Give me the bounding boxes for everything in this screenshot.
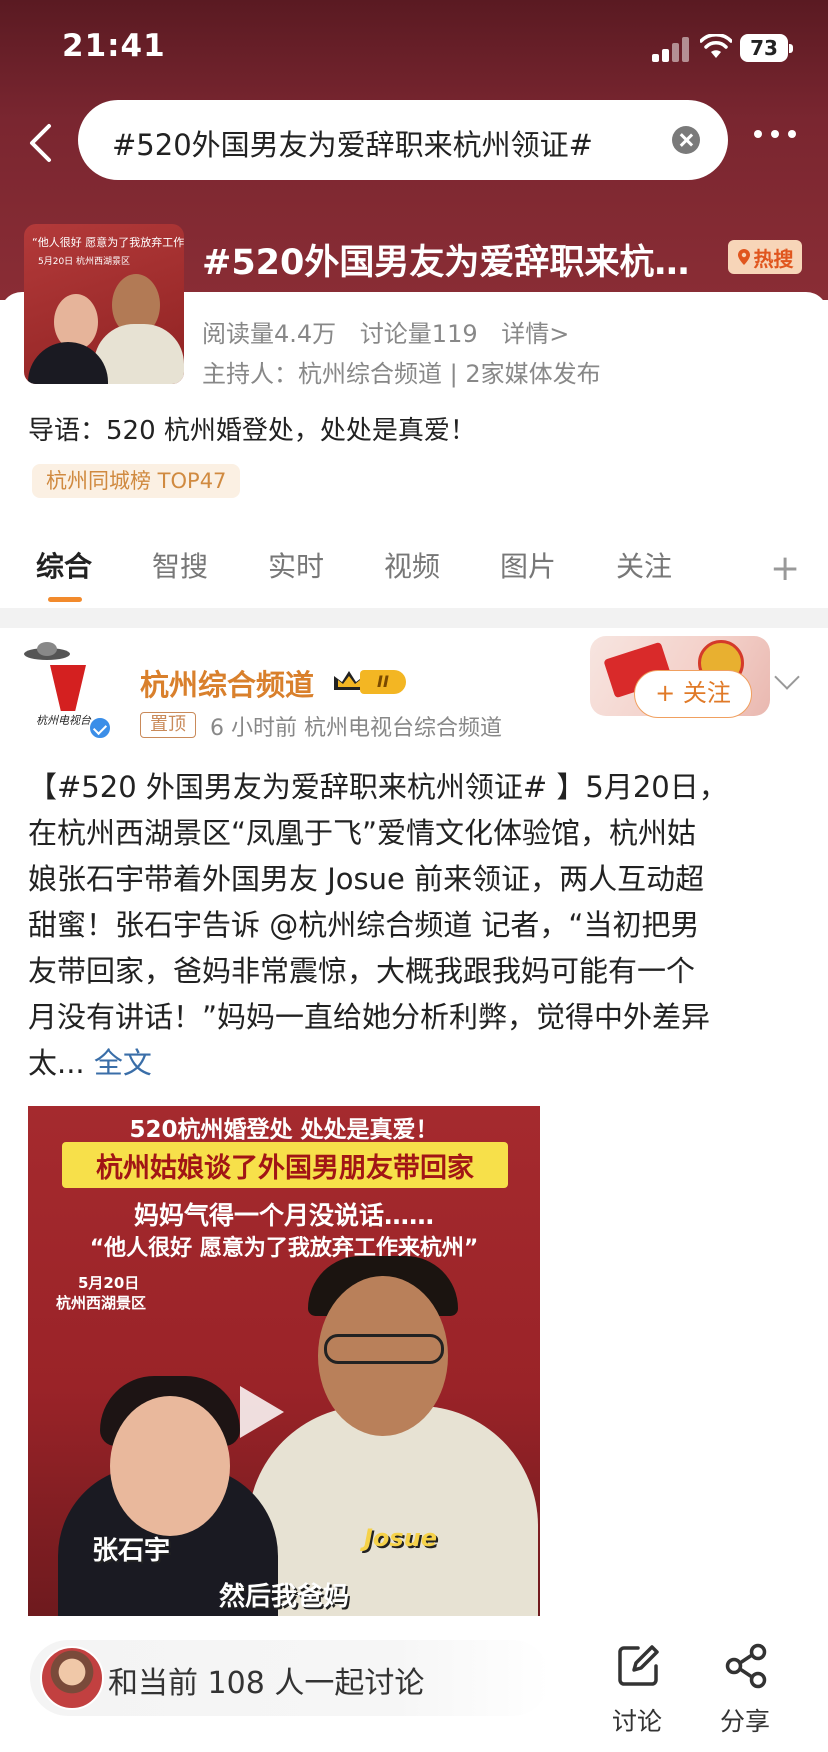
video-headline-3: 妈妈气得一个月没说话…… (133, 1201, 434, 1230)
level-badge: II (360, 670, 406, 694)
user-avatar (40, 1646, 104, 1710)
post-meta: 6 小时前 杭州电视台综合频道 (210, 716, 502, 741)
avatar-caption: 杭州电视台 (36, 714, 91, 727)
hot-search-badge[interactable]: 热搜 (728, 240, 802, 274)
pinned-tag: 置顶 (140, 712, 196, 738)
video-name-female: 张石宇 (92, 1536, 171, 1566)
discussion-count: 讨论量119 (359, 320, 478, 348)
search-input[interactable]: #520外国男友为爱辞职来杭州领证# (78, 100, 728, 180)
glasses-shape (324, 1334, 444, 1364)
search-query: #520外国男友为爱辞职来杭州领证# (112, 128, 593, 162)
tab-realtime[interactable]: 实时 (268, 545, 324, 585)
chevron-left-icon (30, 124, 51, 162)
post-line: 月没有讲话！”妈妈一直给她分析利弊，觉得中外差异 (28, 1000, 711, 1034)
verified-icon (88, 716, 112, 740)
discuss-label[interactable]: 讨论 (612, 1702, 662, 1738)
share-label[interactable]: 分享 (720, 1702, 770, 1738)
video-thumbnail[interactable]: 520杭州婚登处 处处是真爱！ 杭州姑娘谈了外国男朋友带回家 妈妈气得一个月没说… (28, 1106, 540, 1616)
post-line: 甜蜜！张石宇告诉 @杭州综合频道 记者，“当初把男 (28, 908, 700, 942)
topic-intro: 导语：520 杭州婚登处，处处是真爱！ (28, 416, 476, 446)
bottom-bar: 和当前 108 人一起讨论 讨论 分享 (0, 1620, 828, 1752)
active-tab-indicator (48, 597, 82, 602)
video-headline-2: 杭州姑娘谈了外国男朋友带回家 (96, 1153, 474, 1184)
city-rank-tag[interactable]: 杭州同城榜 TOP47 (32, 464, 241, 498)
add-tab-icon[interactable]: + (770, 548, 800, 589)
post-line-truncated: 太... (28, 1046, 85, 1080)
topic-stats: 阅读量4.4万 讨论量119 详情> (202, 314, 585, 349)
woman-face (110, 1396, 230, 1536)
tab-smart-search[interactable]: 智搜 (152, 545, 208, 585)
signal-icon (652, 36, 692, 62)
battery-icon: 73 (740, 34, 793, 62)
thumb-sub: 5月20日 杭州西湖景区 (38, 257, 131, 267)
post-line: 在杭州西湖景区“凤凰于飞”爱情文化体验馆，杭州姑 (28, 816, 697, 850)
full-text-link[interactable]: 全文 (94, 1046, 152, 1080)
video-date: 5月20日 (78, 1274, 140, 1292)
topic-thumbnail[interactable]: “他人很好 愿意为了我放弃工作来杭州” 5月20日 杭州西湖景区 (24, 224, 184, 384)
tab-video[interactable]: 视频 (384, 545, 440, 585)
video-headline-4: “他人很好 愿意为了我放弃工作来杭州” (89, 1236, 479, 1261)
status-time: 21:41 (62, 28, 166, 64)
post-line: 【#520 外国男友为爱辞职来杭州领证# 】5月20日， (28, 770, 728, 804)
post-line: 友带回家，爸妈非常震惊，大概我跟我妈可能有一个 (28, 954, 696, 988)
share-icon[interactable] (722, 1642, 770, 1690)
video-name-male: Josue (364, 1524, 438, 1552)
post-line-last: 太... 全文 (28, 1040, 804, 1086)
screen: 21:41 73 #520外国男友为爱辞职来杭州领证# “他人很好 愿意为了我放… (0, 0, 828, 1752)
post-body: 【#520 外国男友为爱辞职来杭州领证# 】5月20日， 在杭州西湖景区“凤凰于… (28, 764, 804, 1086)
ufo-icon (24, 642, 70, 660)
video-place: 杭州西湖景区 (56, 1294, 147, 1312)
topic-host: 主持人：杭州综合频道 | 2家媒体发布 (202, 360, 601, 388)
video-subtitle: 然后我爸妈 (218, 1582, 349, 1612)
more-options-icon[interactable] (754, 130, 804, 144)
wifi-icon (700, 34, 732, 58)
tab-images[interactable]: 图片 (500, 545, 556, 585)
post-line: 娘张石宇带着外国男友 Josue 前来领证，两人互动超 (28, 862, 705, 896)
location-pin-icon (737, 249, 750, 265)
chevron-down-icon[interactable] (774, 664, 800, 690)
tab-following[interactable]: 关注 (616, 545, 672, 585)
video-headline-1: 520杭州婚登处 处处是真爱！ (129, 1117, 439, 1143)
back-button[interactable] (20, 118, 60, 168)
status-bar: 21:41 73 (0, 0, 828, 100)
edit-icon[interactable] (614, 1642, 662, 1690)
discuss-prompt: 和当前 108 人一起讨论 (108, 1666, 425, 1701)
tab-bar: 综合 智搜 实时 视频 图片 关注 (0, 545, 828, 605)
play-icon[interactable] (240, 1386, 284, 1438)
follow-button[interactable]: + 关注 (634, 670, 752, 718)
topic-title: #520外国男友为爱辞职来杭… (202, 243, 690, 283)
section-divider (0, 608, 828, 628)
tab-comprehensive[interactable]: 综合 (36, 545, 92, 585)
hot-badge-label: 热搜 (753, 246, 794, 271)
author-name[interactable]: 杭州综合频道 (140, 662, 314, 704)
details-link[interactable]: 详情> (501, 320, 569, 348)
read-count: 阅读量4.4万 (202, 320, 337, 348)
clear-search-icon[interactable] (672, 126, 700, 154)
thumb-caption: “他人很好 愿意为了我放弃工作来杭州” (32, 236, 184, 249)
